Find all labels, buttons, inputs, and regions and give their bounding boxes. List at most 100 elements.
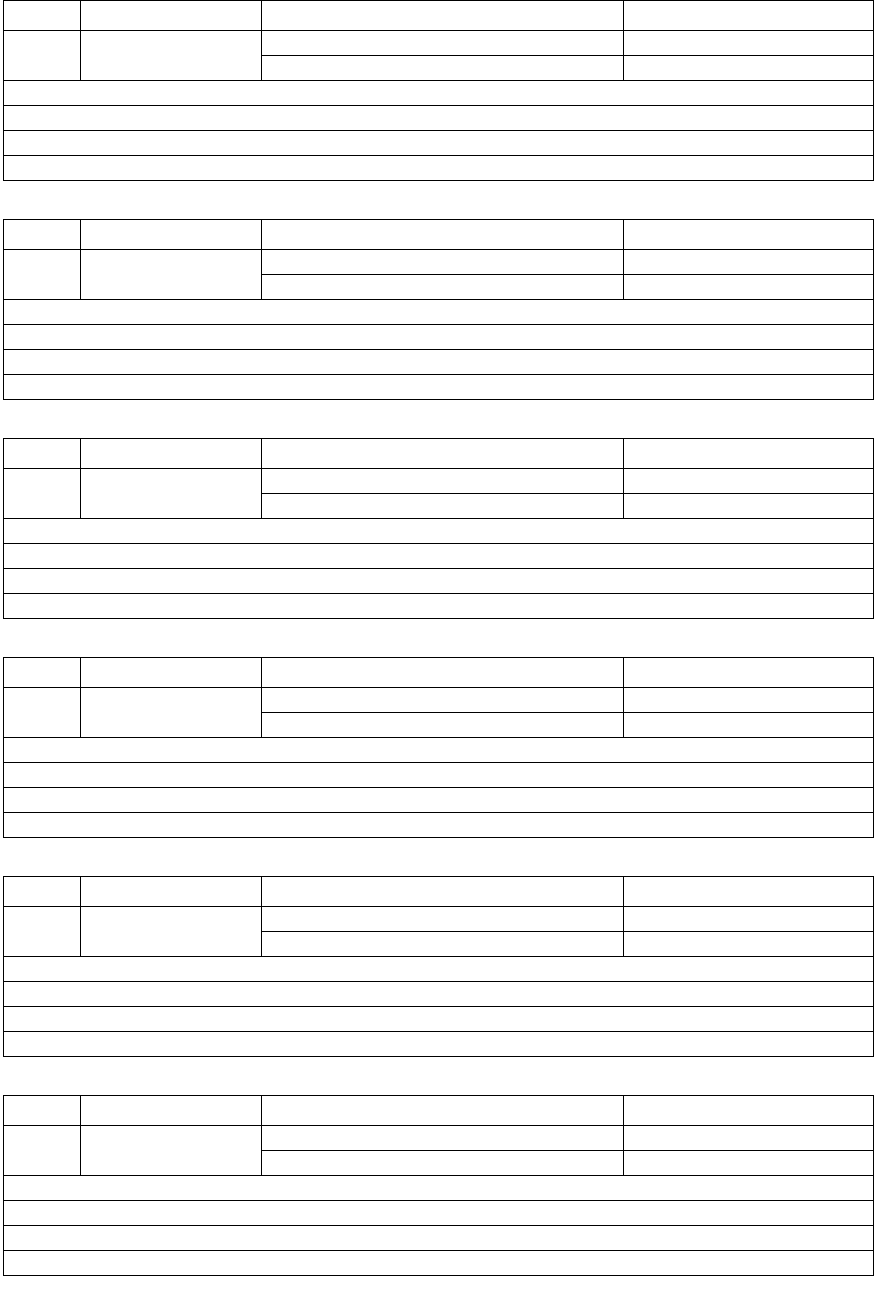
- cell[interactable]: [262, 1151, 624, 1176]
- cell[interactable]: [4, 469, 81, 519]
- cell[interactable]: [4, 569, 874, 594]
- cell[interactable]: [4, 220, 81, 250]
- cell[interactable]: [262, 907, 624, 932]
- cell[interactable]: [4, 688, 81, 738]
- cell[interactable]: [4, 325, 874, 350]
- body-row: [4, 813, 874, 838]
- form-block-5: [3, 876, 873, 1057]
- cell[interactable]: [4, 813, 874, 838]
- cell[interactable]: [4, 658, 81, 688]
- cell[interactable]: [4, 1201, 874, 1226]
- cell[interactable]: [624, 31, 874, 56]
- cell[interactable]: [624, 56, 874, 81]
- cell[interactable]: [81, 877, 262, 907]
- cell[interactable]: [624, 658, 874, 688]
- cell[interactable]: [262, 658, 624, 688]
- cell[interactable]: [4, 738, 874, 763]
- cell[interactable]: [4, 1126, 81, 1176]
- cell[interactable]: [262, 688, 624, 713]
- cell[interactable]: [81, 469, 262, 519]
- header-row-1: [4, 1, 874, 31]
- cell[interactable]: [81, 220, 262, 250]
- form-block-1: [3, 0, 873, 181]
- cell[interactable]: [81, 658, 262, 688]
- cell[interactable]: [81, 1096, 262, 1126]
- body-row: [4, 106, 874, 131]
- cell[interactable]: [262, 275, 624, 300]
- cell[interactable]: [624, 907, 874, 932]
- cell[interactable]: [262, 56, 624, 81]
- cell[interactable]: [4, 81, 874, 106]
- cell[interactable]: [4, 1007, 874, 1032]
- body-row: [4, 131, 874, 156]
- cell[interactable]: [81, 439, 262, 469]
- cell[interactable]: [4, 350, 874, 375]
- cell[interactable]: [624, 1126, 874, 1151]
- cell[interactable]: [4, 957, 874, 982]
- cell[interactable]: [624, 439, 874, 469]
- cell[interactable]: [81, 31, 262, 81]
- body-row: [4, 982, 874, 1007]
- body-row: [4, 156, 874, 181]
- cell[interactable]: [4, 106, 874, 131]
- cell[interactable]: [4, 1251, 874, 1276]
- cell[interactable]: [4, 544, 874, 569]
- cell[interactable]: [4, 1032, 874, 1057]
- cell[interactable]: [624, 275, 874, 300]
- cell[interactable]: [624, 1096, 874, 1126]
- cell[interactable]: [4, 907, 81, 957]
- cell[interactable]: [262, 1126, 624, 1151]
- cell[interactable]: [81, 907, 262, 957]
- cell[interactable]: [624, 469, 874, 494]
- cell[interactable]: [624, 877, 874, 907]
- cell[interactable]: [81, 1, 262, 31]
- cell[interactable]: [4, 31, 81, 81]
- cell[interactable]: [4, 763, 874, 788]
- cell[interactable]: [262, 494, 624, 519]
- cell[interactable]: [4, 375, 874, 400]
- cell[interactable]: [81, 1126, 262, 1176]
- cell[interactable]: [262, 877, 624, 907]
- cell[interactable]: [4, 131, 874, 156]
- cell[interactable]: [4, 594, 874, 619]
- form-table: [3, 438, 874, 619]
- cell[interactable]: [262, 932, 624, 957]
- cell[interactable]: [262, 220, 624, 250]
- body-row: [4, 788, 874, 813]
- cell[interactable]: [4, 982, 874, 1007]
- cell[interactable]: [262, 1, 624, 31]
- cell[interactable]: [4, 156, 874, 181]
- cell[interactable]: [624, 250, 874, 275]
- cell[interactable]: [262, 31, 624, 56]
- cell[interactable]: [262, 1096, 624, 1126]
- header-row-2: [4, 1126, 874, 1151]
- cell[interactable]: [262, 439, 624, 469]
- body-row: [4, 300, 874, 325]
- cell[interactable]: [624, 713, 874, 738]
- cell[interactable]: [624, 1, 874, 31]
- cell[interactable]: [4, 519, 874, 544]
- cell[interactable]: [4, 1226, 874, 1251]
- cell[interactable]: [624, 1151, 874, 1176]
- cell[interactable]: [624, 494, 874, 519]
- cell[interactable]: [4, 788, 874, 813]
- cell[interactable]: [4, 439, 81, 469]
- body-row: [4, 1226, 874, 1251]
- cell[interactable]: [624, 220, 874, 250]
- body-row: [4, 1007, 874, 1032]
- cell[interactable]: [4, 1176, 874, 1201]
- cell[interactable]: [4, 300, 874, 325]
- form-block-2: [3, 219, 873, 400]
- cell[interactable]: [624, 688, 874, 713]
- cell[interactable]: [4, 1, 81, 31]
- cell[interactable]: [4, 250, 81, 300]
- cell[interactable]: [4, 877, 81, 907]
- cell[interactable]: [4, 1096, 81, 1126]
- cell[interactable]: [81, 250, 262, 300]
- cell[interactable]: [624, 932, 874, 957]
- cell[interactable]: [81, 688, 262, 738]
- body-row: [4, 569, 874, 594]
- cell[interactable]: [262, 250, 624, 275]
- cell[interactable]: [262, 713, 624, 738]
- cell[interactable]: [262, 469, 624, 494]
